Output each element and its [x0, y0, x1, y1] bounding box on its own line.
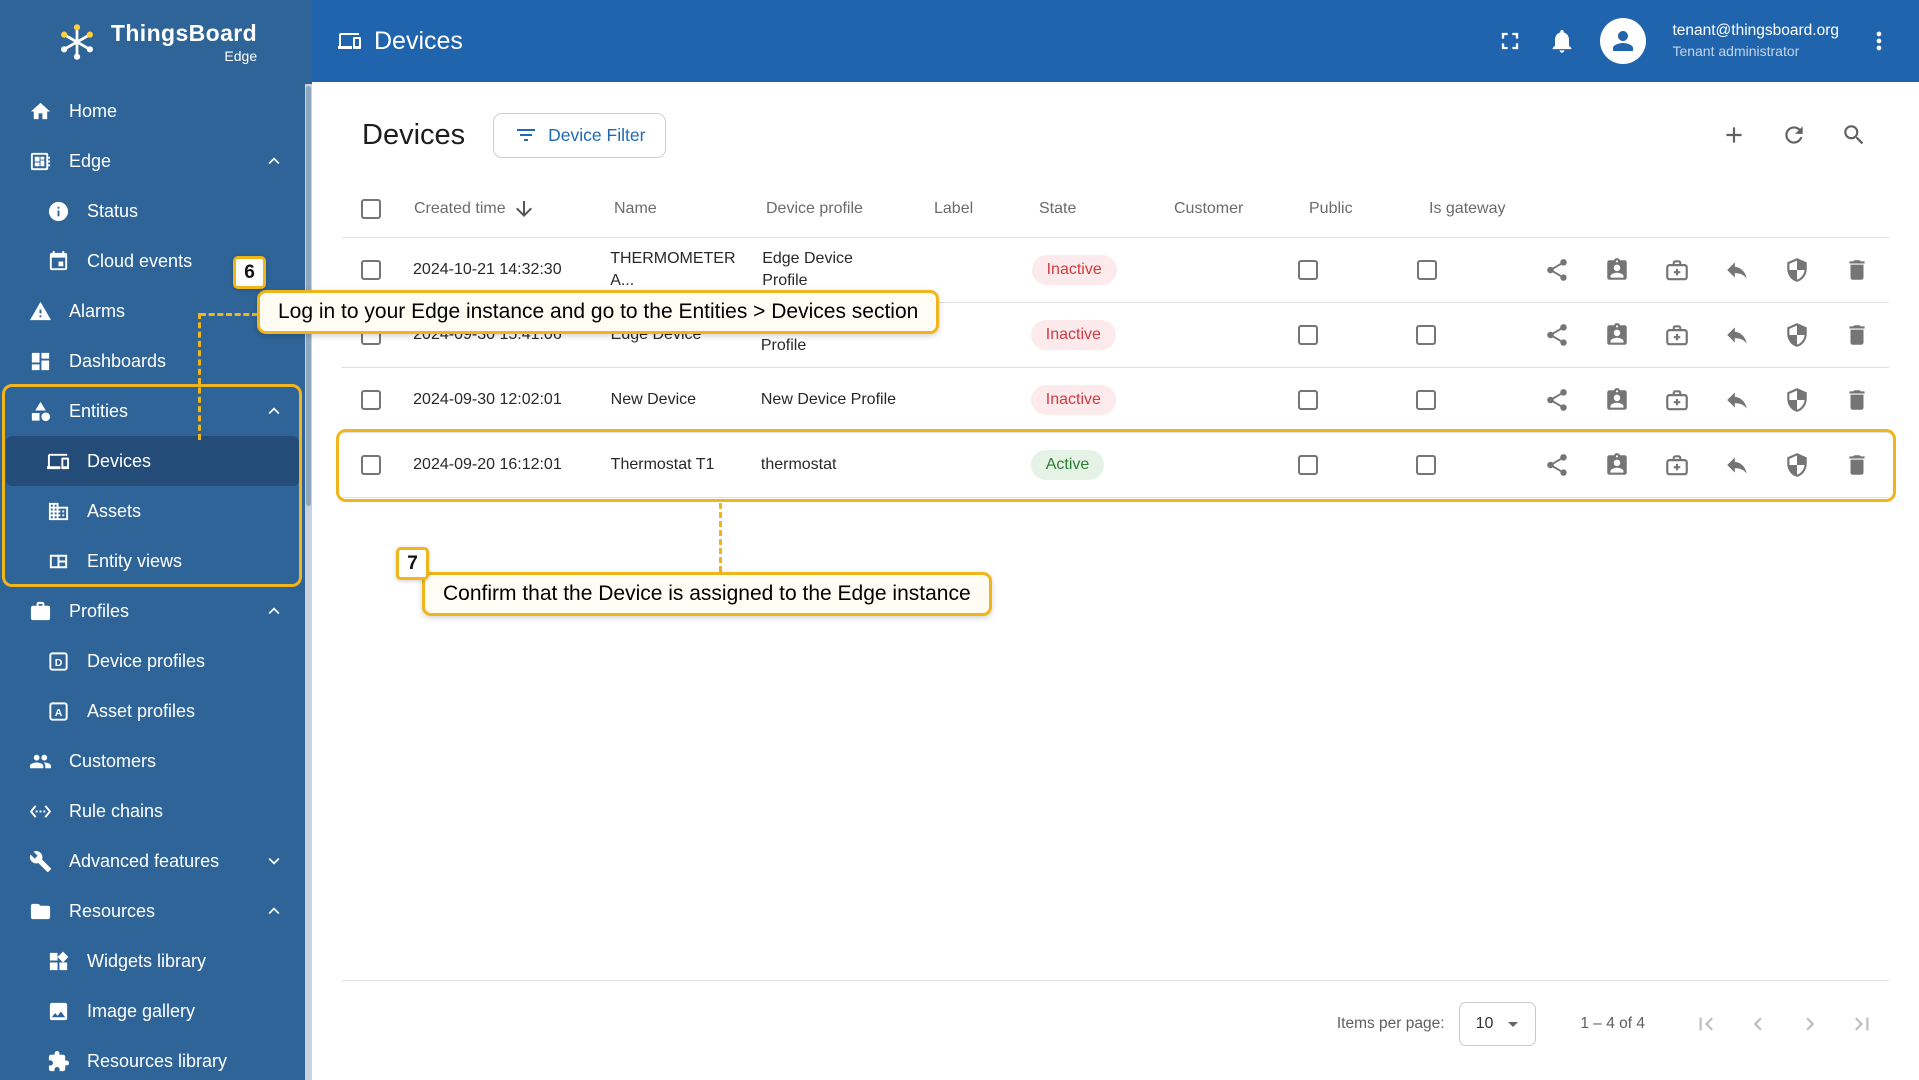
- step-6-callout: Log in to your Edge instance and go to t…: [257, 290, 940, 334]
- device-row-highlight-outline: [336, 429, 1896, 502]
- entities-highlight-outline: [2, 384, 302, 587]
- step-6-connector-horizontal: [200, 313, 258, 316]
- step-7-callout: Confirm that the Device is assigned to t…: [422, 572, 992, 616]
- step-7-connector: [719, 503, 722, 572]
- tutorial-overlay: 6 Log in to your Edge instance and go to…: [0, 0, 1919, 1080]
- step-7-badge: 7: [396, 547, 429, 580]
- step-6-connector-vertical: [198, 313, 201, 440]
- step-6-badge: 6: [233, 256, 266, 289]
- thingsboard-edge-app: D A: [0, 0, 1919, 1080]
